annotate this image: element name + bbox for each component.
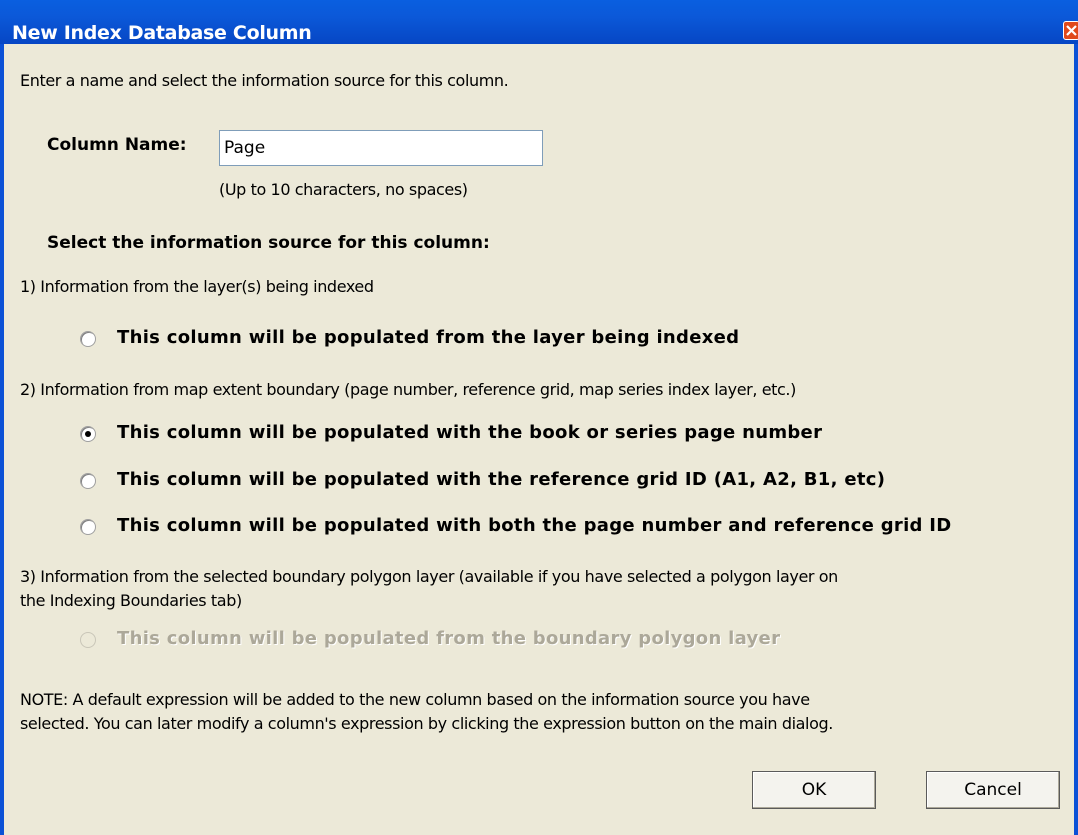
radio-reference-grid[interactable] bbox=[80, 473, 96, 489]
ok-button[interactable]: OK bbox=[752, 771, 876, 809]
title-bar: New Index Database Column bbox=[0, 0, 1078, 44]
window-frame-right bbox=[1074, 44, 1078, 835]
column-name-hint: (Up to 10 characters, no spaces) bbox=[219, 180, 468, 199]
radio-boundary-polygon bbox=[80, 632, 96, 648]
cancel-button[interactable]: Cancel bbox=[926, 771, 1060, 809]
column-name-input[interactable] bbox=[219, 130, 543, 166]
close-icon bbox=[1066, 25, 1077, 36]
source-heading: Select the information source for this c… bbox=[47, 233, 490, 253]
section-1-label: 1) Information from the layer(s) being i… bbox=[20, 277, 374, 296]
option-layer-indexed-label[interactable]: This column will be populated from the l… bbox=[117, 327, 739, 348]
note-line-2: selected. You can later modify a column'… bbox=[20, 714, 833, 733]
column-name-label: Column Name: bbox=[47, 135, 187, 155]
radio-page-and-grid[interactable] bbox=[80, 519, 96, 535]
radio-layer-indexed[interactable] bbox=[80, 331, 96, 347]
close-button[interactable] bbox=[1063, 21, 1078, 40]
note-line-1: NOTE: A default expression will be added… bbox=[20, 690, 810, 709]
section-3-label: 3) Information from the selected boundar… bbox=[20, 567, 838, 586]
window-frame-left bbox=[0, 44, 4, 835]
window-title: New Index Database Column bbox=[12, 22, 312, 44]
option-page-and-grid-label[interactable]: This column will be populated with both … bbox=[117, 515, 952, 536]
section-3-label-continued: the Indexing Boundaries tab) bbox=[20, 591, 242, 610]
radio-page-number[interactable] bbox=[80, 426, 96, 442]
option-page-number-label[interactable]: This column will be populated with the b… bbox=[117, 422, 822, 443]
option-boundary-polygon-label: This column will be populated from the b… bbox=[117, 628, 781, 649]
intro-text: Enter a name and select the information … bbox=[20, 71, 509, 90]
section-2-label: 2) Information from map extent boundary … bbox=[20, 380, 796, 399]
option-reference-grid-label[interactable]: This column will be populated with the r… bbox=[117, 469, 885, 490]
